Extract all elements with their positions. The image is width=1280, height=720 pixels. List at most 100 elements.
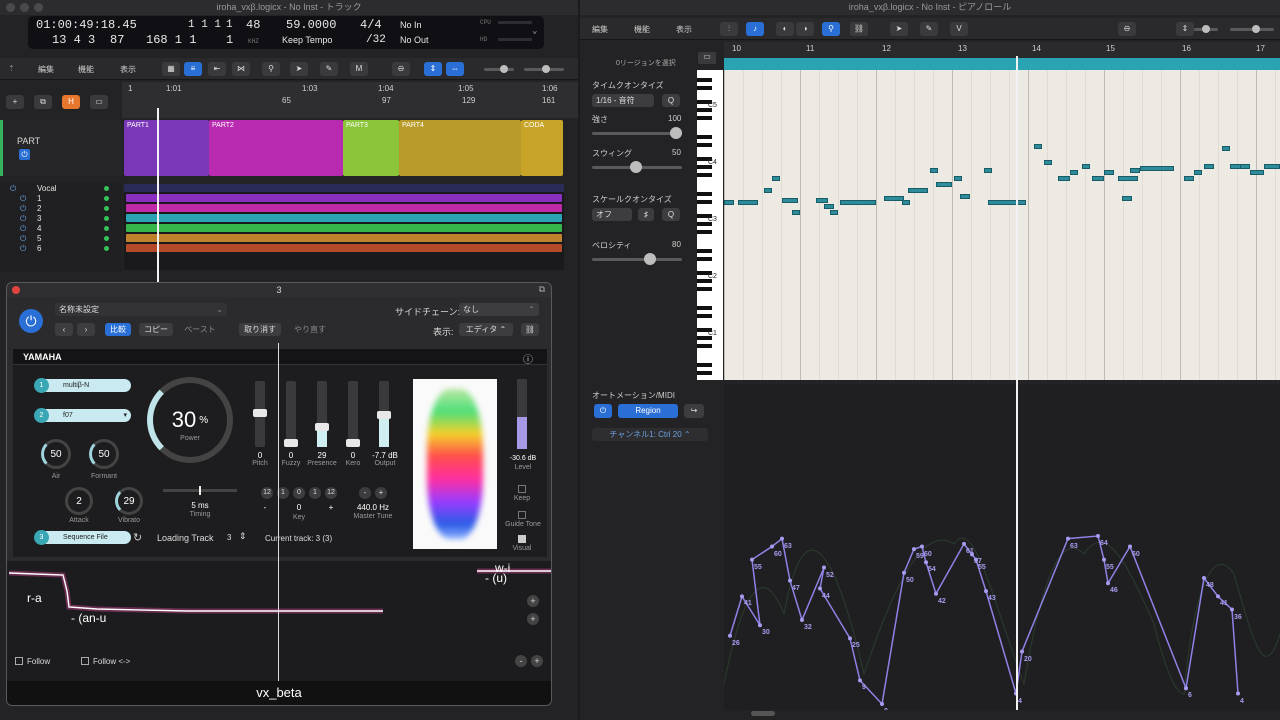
automation-point[interactable]: [902, 570, 906, 575]
midi-note[interactable]: [908, 188, 928, 193]
midi-note[interactable]: [902, 200, 910, 205]
midi-note[interactable]: [988, 200, 1026, 205]
zoom-in-3-icon[interactable]: +: [531, 655, 543, 667]
automation-point[interactable]: [750, 557, 754, 562]
part-track-header[interactable]: PART ⏻: [0, 120, 122, 176]
undo-button[interactable]: 取り消す: [239, 323, 281, 336]
lane-6[interactable]: [126, 244, 562, 252]
tracks-ruler[interactable]: 1 1:01 1:03 1:04 1:05 1:06 65 97 129 161: [122, 82, 578, 118]
formant-knob[interactable]: 50: [89, 439, 119, 469]
scale-q-button[interactable]: Q: [662, 208, 680, 221]
midi-note[interactable]: [1082, 164, 1090, 169]
midi-note[interactable]: [930, 168, 938, 173]
horizontal-scrollbar[interactable]: [751, 711, 775, 716]
automation-point[interactable]: [1106, 581, 1110, 586]
pencil-tool-icon[interactable]: ✎: [920, 22, 938, 36]
midi-note[interactable]: [1122, 196, 1132, 201]
scale-tool-icon[interactable]: ♯: [638, 208, 654, 221]
view-select[interactable]: エディタ ⌃: [459, 323, 513, 336]
waveform-zoom-icon[interactable]: ⊖: [392, 62, 410, 76]
power-icon[interactable]: ⏻: [19, 149, 30, 160]
automation-point[interactable]: [924, 560, 928, 565]
track-regions-area[interactable]: [124, 184, 564, 270]
guide-tone-checkbox[interactable]: [518, 511, 526, 519]
lane-1[interactable]: [126, 194, 562, 202]
link-icon[interactable]: ⛓: [521, 323, 539, 336]
black-key[interactable]: [697, 363, 712, 367]
automation-point[interactable]: [740, 594, 744, 599]
lcd-chevron-icon[interactable]: ⌄: [532, 26, 537, 36]
automation-point[interactable]: [880, 702, 884, 706]
lcd-display[interactable]: 01:00:49:18.45 1 1 1 1 48 59.0000 4/4 No…: [28, 16, 544, 49]
automation-point[interactable]: [1066, 536, 1070, 541]
track-view-icon[interactable]: ▭: [90, 95, 108, 109]
swing-slider[interactable]: [592, 161, 682, 173]
region-icon[interactable]: ▭: [698, 52, 716, 64]
midi-note[interactable]: [1222, 146, 1230, 151]
traffic-lights[interactable]: [6, 3, 43, 12]
midi-note[interactable]: [936, 182, 952, 187]
pointer-tool-icon[interactable]: ➤: [290, 62, 308, 76]
mixer-icon[interactable]: ⫶: [720, 22, 738, 36]
black-key[interactable]: [697, 314, 712, 318]
pitch-fader[interactable]: [253, 381, 267, 447]
follow-checkbox[interactable]: [15, 657, 23, 665]
black-key[interactable]: [697, 200, 712, 204]
automation-point[interactable]: [1184, 686, 1188, 691]
midi-note[interactable]: [954, 176, 962, 181]
zoom-in-icon[interactable]: +: [527, 595, 539, 607]
key-up-1-button[interactable]: 1: [309, 487, 321, 499]
track-3[interactable]: ⏻ 3: [0, 214, 122, 224]
prev-preset-icon[interactable]: ‹: [55, 323, 73, 336]
piano-roll-grid[interactable]: [724, 70, 1280, 380]
channel-select[interactable]: チャンネル1: Ctrl 20 ⌃: [592, 428, 708, 441]
black-key[interactable]: [697, 230, 712, 234]
v-tool-icon[interactable]: V: [950, 22, 968, 36]
midi-note[interactable]: [830, 210, 838, 215]
midi-note[interactable]: [1130, 168, 1140, 173]
menu-edit[interactable]: 編集: [592, 24, 608, 35]
black-key[interactable]: [697, 287, 712, 291]
midi-note[interactable]: [1058, 176, 1070, 181]
black-key[interactable]: [697, 78, 712, 82]
black-key[interactable]: [697, 257, 712, 261]
menu-functions[interactable]: 機能: [634, 24, 650, 35]
midi-note[interactable]: [1118, 176, 1138, 181]
power-icon[interactable]: ⏻: [10, 184, 16, 194]
kero-fader[interactable]: [346, 381, 360, 447]
automation-lane[interactable]: 2641305560634732524425905059605442615755…: [724, 384, 1280, 710]
vertical-zoom-slider[interactable]: [1194, 25, 1218, 33]
vertical-zoom-icon[interactable]: ⇕: [1176, 22, 1194, 36]
vertical-zoom-slider[interactable]: [484, 65, 514, 73]
key-up-12-button[interactable]: 12: [325, 487, 337, 499]
track-4[interactable]: ⏻ 4: [0, 224, 122, 234]
automation-point[interactable]: [800, 618, 804, 622]
menu-view[interactable]: 表示: [120, 64, 136, 75]
pencil-tool-icon[interactable]: ✎: [320, 62, 338, 76]
stepper-icon[interactable]: ⇕: [239, 531, 247, 542]
vocal-lane[interactable]: [124, 184, 564, 192]
slot1-pill[interactable]: 1 multiβ-N: [34, 378, 131, 393]
automation-point[interactable]: [1202, 576, 1206, 580]
region-part4[interactable]: PART4: [399, 120, 521, 176]
preset-select[interactable]: 名称未設定 ⌄: [55, 303, 227, 316]
quantize-q-button[interactable]: Q: [662, 94, 680, 107]
air-knob[interactable]: 50: [41, 439, 71, 469]
lane-3[interactable]: [126, 214, 562, 222]
automation-point[interactable]: [1096, 534, 1100, 538]
quantize-select[interactable]: 1/16 - 音符: [592, 94, 654, 107]
duplicate-track-icon[interactable]: ⧉: [34, 95, 52, 109]
midi-note[interactable]: [984, 168, 992, 173]
add-track-button[interactable]: +: [6, 95, 24, 109]
bypass-power-icon[interactable]: ⏻: [19, 309, 43, 333]
snap-icon[interactable]: ⚲: [262, 62, 280, 76]
midi-note[interactable]: [1092, 176, 1104, 181]
midi-note[interactable]: [1204, 164, 1214, 169]
midi-in-icon[interactable]: ♪: [746, 22, 764, 36]
midi-note[interactable]: [724, 200, 734, 205]
presence-fader[interactable]: [315, 381, 329, 447]
automation-point[interactable]: [818, 586, 822, 591]
info-icon[interactable]: ⓘ: [523, 351, 533, 366]
automation-point[interactable]: [934, 591, 938, 596]
reload-icon[interactable]: ↻: [133, 531, 142, 544]
